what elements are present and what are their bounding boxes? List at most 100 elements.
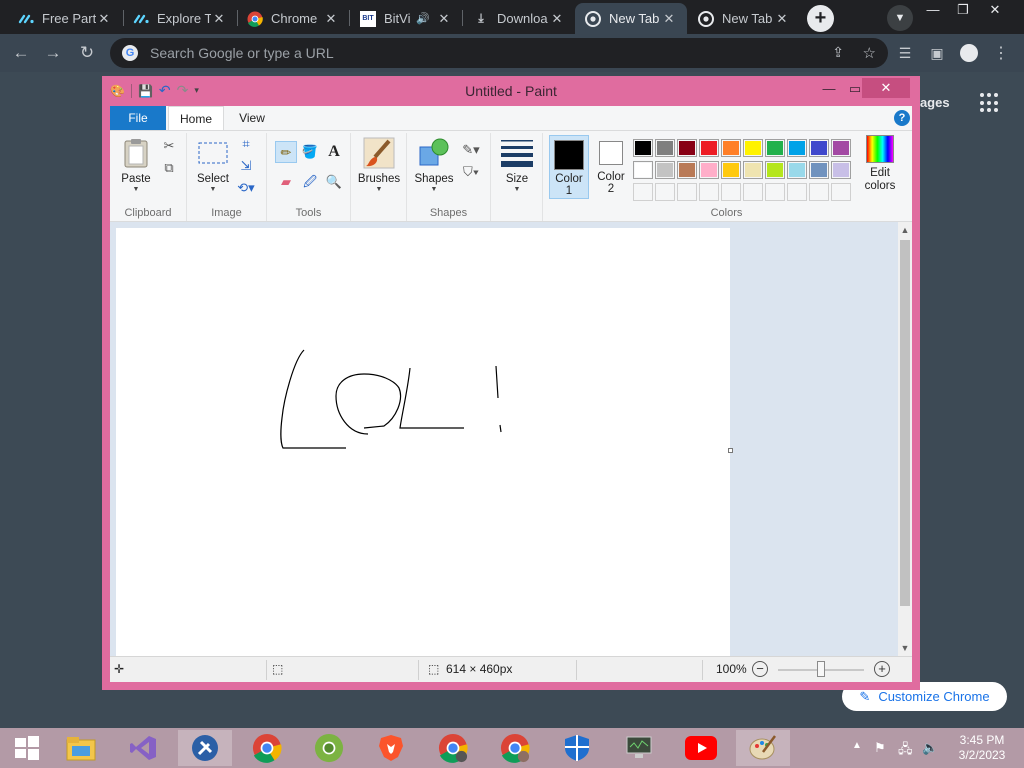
zoom-slider-thumb[interactable]	[817, 661, 825, 677]
palette-swatch[interactable]	[787, 139, 807, 157]
magnifier-icon[interactable]: 🔍	[325, 173, 343, 191]
tab-chrome[interactable]: Chrome ✕	[237, 3, 349, 34]
tab-new-tab-active[interactable]: New Tab ✕	[575, 3, 687, 34]
palette-swatch[interactable]	[765, 161, 785, 179]
custom-color-slot[interactable]	[677, 183, 697, 201]
palette-swatch[interactable]	[721, 139, 741, 157]
scroll-up-icon[interactable]: ▲	[898, 222, 912, 238]
paste-button[interactable]: Paste ▼	[116, 137, 156, 193]
back-button[interactable]: ←	[10, 42, 32, 64]
custom-color-slot[interactable]	[655, 183, 675, 201]
custom-color-slot[interactable]	[699, 183, 719, 201]
tab-downloads[interactable]: ⤓ Downloa ✕	[463, 3, 575, 34]
help-icon[interactable]: ?	[894, 110, 910, 126]
volume-icon[interactable]: 🔈	[922, 740, 938, 756]
system-clock[interactable]: 3:45 PM 3/2/2023	[952, 733, 1012, 763]
google-apps-icon[interactable]	[980, 93, 1000, 113]
scrollbar-thumb[interactable]	[900, 240, 910, 606]
forward-button[interactable]: →	[42, 42, 64, 64]
canvas-resize-handle-right[interactable]	[728, 448, 733, 453]
close-tab-icon[interactable]: ✕	[323, 11, 339, 27]
custom-color-slot[interactable]	[787, 183, 807, 201]
palette-swatch[interactable]	[743, 139, 763, 157]
close-tab-icon[interactable]: ✕	[549, 11, 565, 27]
fill-icon[interactable]: ⛉▾	[459, 163, 483, 181]
restore-window-button[interactable]: ❐	[948, 0, 978, 20]
menu-icon[interactable]: ⋮	[990, 42, 1012, 64]
close-tab-icon[interactable]: ✕	[436, 11, 452, 27]
palette-swatch[interactable]	[743, 161, 763, 179]
network-icon[interactable]: 🖧	[898, 740, 913, 762]
close-tab-icon[interactable]: ✕	[774, 11, 790, 27]
brave-icon[interactable]	[364, 730, 418, 766]
tab-home[interactable]: Home	[168, 106, 224, 130]
side-panel-icon[interactable]: ▣	[926, 42, 948, 64]
crop-icon[interactable]: ⌗	[237, 135, 255, 153]
monitor-icon[interactable]	[612, 730, 666, 766]
color-picker-icon[interactable]: 🖉	[301, 173, 319, 191]
palette-swatch[interactable]	[699, 139, 719, 157]
edit-colors-button[interactable]: Edit colors	[857, 135, 903, 193]
close-tab-icon[interactable]: ✕	[211, 11, 227, 27]
palette-swatch[interactable]	[699, 161, 719, 179]
drawing-canvas[interactable]	[116, 228, 730, 656]
brushes-button[interactable]: Brushes ▼	[355, 137, 403, 193]
tab-new-tab[interactable]: New Tab ✕	[688, 3, 800, 34]
cut-icon[interactable]: ✂	[160, 137, 178, 155]
youtube-icon[interactable]	[674, 730, 728, 766]
palette-swatch[interactable]	[633, 161, 653, 179]
zoom-out-button[interactable]: −	[752, 661, 768, 677]
defender-icon[interactable]	[550, 730, 604, 766]
tab-bitview[interactable]: BIT BitVi 🔊 ✕	[350, 3, 462, 34]
scroll-down-icon[interactable]: ▼	[898, 640, 912, 656]
visual-studio-icon[interactable]	[116, 730, 170, 766]
chrome-canary-icon[interactable]	[302, 730, 356, 766]
tab-search-button[interactable]: ▼	[887, 5, 913, 31]
address-bar[interactable]: G Search Google or type a URL ⇪ ☆	[110, 38, 888, 68]
new-tab-button[interactable]: +	[807, 5, 834, 32]
palette-swatch[interactable]	[677, 139, 697, 157]
tab-file[interactable]: File	[110, 106, 166, 130]
tools-icon[interactable]	[178, 730, 232, 766]
close-tab-icon[interactable]: ✕	[661, 11, 677, 27]
size-button[interactable]: Size ▼	[495, 137, 539, 193]
palette-swatch[interactable]	[677, 161, 697, 179]
profile-icon[interactable]	[958, 42, 980, 64]
custom-color-slot[interactable]	[721, 183, 741, 201]
reading-list-icon[interactable]: ☰	[894, 42, 916, 64]
tab-free-part[interactable]: Free Part ✕	[8, 3, 122, 34]
zoom-in-button[interactable]: +	[874, 661, 890, 677]
palette-swatch[interactable]	[787, 161, 807, 179]
close-window-button[interactable]: ✕	[980, 0, 1010, 20]
show-hidden-icons[interactable]: ▲	[852, 740, 862, 751]
chrome-profile-icon[interactable]	[426, 730, 480, 766]
eraser-icon[interactable]: ▰	[277, 173, 295, 191]
paint-icon[interactable]	[736, 730, 790, 766]
text-tool-icon[interactable]: A	[325, 143, 343, 161]
palette-swatch[interactable]	[831, 139, 851, 157]
palette-swatch[interactable]	[721, 161, 741, 179]
select-button[interactable]: Select ▼	[193, 137, 233, 193]
reload-button[interactable]: ↻	[76, 42, 98, 64]
fill-bucket-icon[interactable]: 🪣	[301, 143, 319, 161]
paint-close-button[interactable]: ✕	[862, 78, 910, 98]
start-button[interactable]	[0, 730, 54, 766]
file-explorer-icon[interactable]	[54, 730, 108, 766]
resize-icon[interactable]: ⇲	[237, 157, 255, 175]
pencil-tool-icon[interactable]: ✏	[275, 141, 297, 163]
flag-icon[interactable]: ⚑	[874, 740, 886, 756]
chrome-icon[interactable]	[240, 730, 294, 766]
tab-explore[interactable]: Explore T ✕	[123, 3, 237, 34]
custom-color-slot[interactable]	[809, 183, 829, 201]
custom-color-slot[interactable]	[765, 183, 785, 201]
paint-minimize-button[interactable]: —	[816, 78, 842, 100]
copy-icon[interactable]: ⧉	[160, 159, 178, 177]
color1-button[interactable]: Color 1	[549, 135, 589, 199]
palette-swatch[interactable]	[831, 161, 851, 179]
custom-color-slot[interactable]	[743, 183, 763, 201]
custom-color-slot[interactable]	[633, 183, 653, 201]
palette-swatch[interactable]	[809, 139, 829, 157]
chrome-profile2-icon[interactable]	[488, 730, 542, 766]
palette-swatch[interactable]	[655, 161, 675, 179]
custom-color-slot[interactable]	[831, 183, 851, 201]
